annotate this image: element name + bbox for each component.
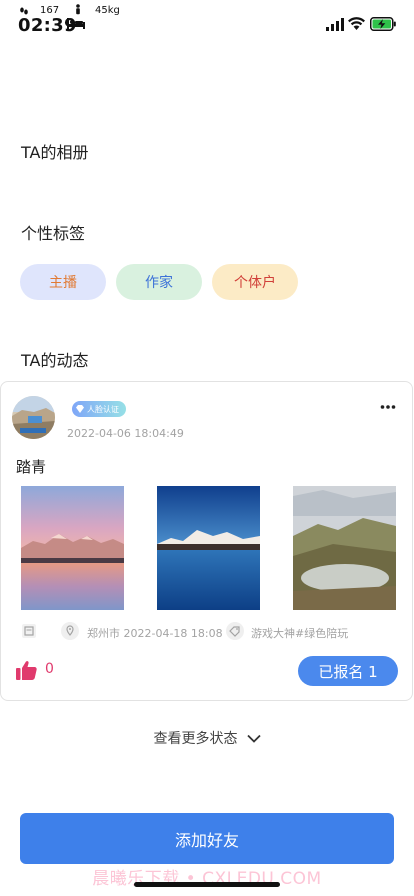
tag-chip: 个体户: [212, 264, 298, 300]
thumbs-up-icon[interactable]: [16, 660, 37, 680]
more-options-icon[interactable]: [380, 404, 396, 410]
add-friend-button[interactable]: 添加好友: [20, 813, 394, 864]
chevron-down-icon: [246, 734, 261, 743]
battery-charging-icon: [370, 17, 396, 31]
post-card: 人脸认证 2022-04-06 18:04:49 踏青 郑州市 2022-04-…: [0, 381, 413, 701]
tags-section-title: 个性标签: [21, 224, 86, 243]
avatar[interactable]: [12, 396, 55, 439]
face-verified-badge: 人脸认证: [72, 401, 126, 417]
moments-section-title: TA的动态: [21, 351, 89, 370]
note-icon: [22, 624, 36, 638]
tag-chip: 主播: [20, 264, 106, 300]
album-section-title: TA的相册: [21, 143, 89, 162]
status-bar: 167 45kg 02:39: [0, 0, 414, 40]
diamond-icon: [76, 405, 84, 413]
view-more-label: 查看更多状态: [153, 731, 238, 747]
wifi-icon: [348, 17, 365, 30]
location-icon: [61, 622, 79, 640]
post-time: 2022-04-06 18:04:49: [67, 427, 184, 440]
post-photo-blue-lake-snow-mountain[interactable]: [157, 486, 260, 610]
post-photo-alpine-valley-lake[interactable]: [293, 486, 396, 610]
signal-icon: [326, 18, 344, 31]
weight-value: 45kg: [95, 5, 120, 16]
tag-icon: [226, 622, 244, 640]
view-more-link[interactable]: 查看更多状态: [0, 728, 414, 748]
post-text: 踏青: [16, 458, 47, 476]
post-photo-sunset-mountain-lake[interactable]: [21, 486, 124, 610]
badge-label: 人脸认证: [87, 404, 119, 414]
like-count: 0: [45, 661, 54, 677]
bed-icon: [67, 18, 85, 29]
signup-status-button[interactable]: 已报名 1: [298, 656, 398, 686]
footsteps-icon: [20, 7, 28, 15]
home-indicator[interactable]: [134, 882, 280, 887]
post-location-time: 郑州市 2022-04-18 18:08: [87, 627, 223, 640]
tag-chip: 作家: [116, 264, 202, 300]
post-activity-tag[interactable]: 游戏大神#绿色陪玩: [251, 625, 348, 641]
person-icon: [76, 4, 80, 15]
